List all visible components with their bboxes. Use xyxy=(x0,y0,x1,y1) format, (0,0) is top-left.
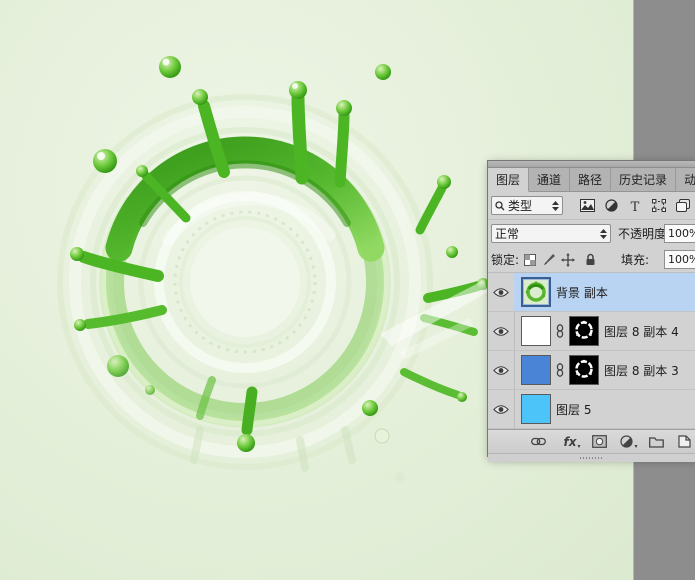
lock-pixels-icon[interactable] xyxy=(541,252,557,268)
fill-label: 填充: xyxy=(621,251,649,268)
opacity-field[interactable]: 100% xyxy=(664,224,695,243)
layers-panel: 图层 通道 路径 历史记录 动作 类型 T 正常 不透明度: xyxy=(487,160,695,457)
tab-actions[interactable]: 动作 xyxy=(676,168,695,191)
layer-filter-row: 类型 T xyxy=(488,192,695,220)
layer-name[interactable]: 图层 8 副本 4 xyxy=(604,323,679,340)
layer-name[interactable]: 背景 副本 xyxy=(556,284,608,301)
add-layer-mask-icon[interactable] xyxy=(590,433,608,450)
lock-position-icon[interactable] xyxy=(560,252,576,268)
tab-layers[interactable]: 图层 xyxy=(488,168,529,192)
new-layer-icon[interactable] xyxy=(675,433,693,450)
type-filter-icon[interactable]: T xyxy=(626,197,645,215)
panel-resize-strip[interactable] xyxy=(488,453,695,462)
mask-link-icon[interactable] xyxy=(556,324,564,338)
lock-row: 锁定: 填充: 100% xyxy=(488,247,695,272)
new-group-icon[interactable] xyxy=(647,433,665,450)
visibility-eye-icon[interactable] xyxy=(488,390,515,428)
layer-name[interactable]: 图层 8 副本 3 xyxy=(604,362,679,379)
layer-mask-thumbnail[interactable] xyxy=(569,355,599,385)
layer-row-layer8-copy4[interactable]: 图层 8 副本 4 xyxy=(488,312,695,351)
tab-channels[interactable]: 通道 xyxy=(529,168,570,191)
visibility-eye-icon[interactable] xyxy=(488,312,515,350)
adjustment-filter-icon[interactable] xyxy=(602,197,621,215)
mask-link-icon[interactable] xyxy=(556,363,564,377)
link-layers-icon[interactable] xyxy=(529,433,547,450)
svg-text:T: T xyxy=(631,200,640,212)
tab-paths[interactable]: 路径 xyxy=(570,168,611,191)
layer-style-fx-icon[interactable]: fx▾ xyxy=(560,433,584,450)
panel-tab-bar: 图层 通道 路径 历史记录 动作 xyxy=(488,168,695,192)
panel-drag-bar[interactable] xyxy=(488,161,695,168)
filter-type-select[interactable]: 类型 xyxy=(491,196,563,215)
layer-row-layer8-copy3[interactable]: 图层 8 副本 3 xyxy=(488,351,695,390)
spinner-icon xyxy=(600,229,607,239)
layer-row-background-copy[interactable]: 背景 副本 xyxy=(488,273,695,312)
layer-thumbnail[interactable] xyxy=(521,394,551,424)
lock-transparency-icon[interactable] xyxy=(522,252,538,268)
layer-thumbnail[interactable] xyxy=(521,277,551,307)
layer-mask-thumbnail[interactable] xyxy=(569,316,599,346)
layer-list: 背景 副本 图层 8 副本 4 xyxy=(488,272,695,429)
search-icon xyxy=(495,201,505,211)
panel-resize-grip-icon[interactable] xyxy=(580,457,604,459)
layer-thumbnail[interactable] xyxy=(521,316,551,346)
panel-toolbar: fx▾ ▾ xyxy=(488,429,695,453)
spinner-icon xyxy=(552,201,559,211)
pixel-filter-icon[interactable] xyxy=(579,197,598,215)
new-adjustment-layer-icon[interactable]: ▾ xyxy=(618,433,640,450)
photoshop-window: 图层 通道 路径 历史记录 动作 类型 T 正常 不透明度: xyxy=(0,0,695,580)
tab-history[interactable]: 历史记录 xyxy=(611,168,676,191)
lock-label: 锁定: xyxy=(491,251,519,268)
visibility-eye-icon[interactable] xyxy=(488,351,515,389)
opacity-label: 不透明度: xyxy=(618,225,670,242)
layer-name[interactable]: 图层 5 xyxy=(556,401,591,418)
blend-mode-row: 正常 不透明度: 100% xyxy=(488,220,695,247)
visibility-eye-icon[interactable] xyxy=(488,273,515,311)
shape-filter-icon[interactable] xyxy=(650,197,669,215)
layer-row-layer5[interactable]: 图层 5 xyxy=(488,390,695,429)
layer-thumbnail[interactable] xyxy=(521,355,551,385)
blend-mode-select[interactable]: 正常 xyxy=(491,224,611,243)
fill-field[interactable]: 100% xyxy=(664,250,695,269)
smart-object-filter-icon[interactable] xyxy=(673,197,692,215)
lock-all-icon[interactable] xyxy=(582,252,598,268)
